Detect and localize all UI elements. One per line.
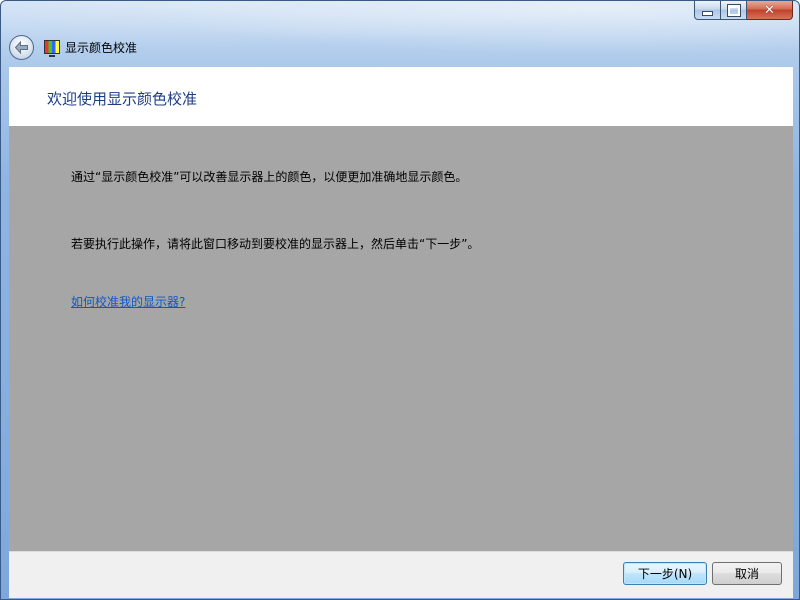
next-button[interactable]: 下一步(N) [623,562,707,585]
maximize-button[interactable] [721,1,747,20]
close-button[interactable]: ✕ [747,1,793,20]
wizard-content: 欢迎使用显示颜色校准 通过“显示颜色校准”可以改善显示器上的颜色，以便更加准确地… [9,67,793,598]
window-title: 显示颜色校准 [65,40,138,55]
wizard-body: 通过“显示颜色校准”可以改善显示器上的颜色，以便更加准确地显示颜色。 若要执行此… [9,126,793,551]
dialog-window: ✕ 显示颜色校准 欢迎使用显示颜色校准 通过“显示颜色校准”可以改善显示器上的颜… [0,0,800,600]
close-icon: ✕ [764,2,775,18]
wizard-header: 欢迎使用显示颜色校准 [9,67,793,126]
back-button[interactable] [9,34,34,60]
cancel-button[interactable]: 取消 [712,562,782,585]
intro-text: 通过“显示颜色校准”可以改善显示器上的颜色，以便更加准确地显示颜色。 [71,170,468,184]
navigation-bar: 显示颜色校准 [9,33,137,61]
instruction-text: 若要执行此操作，请将此窗口移动到要校准的显示器上，然后单击“下一步”。 [71,237,480,251]
wizard-footer: 下一步(N) 取消 [9,551,793,598]
back-arrow-icon [14,40,28,54]
page-title: 欢迎使用显示颜色校准 [47,90,198,108]
minimize-button[interactable] [694,1,721,20]
minimize-icon [702,10,713,16]
calibration-help-link[interactable]: 如何校准我的显示器? [71,293,185,310]
caption-buttons: ✕ [694,1,793,21]
maximize-icon [726,3,741,17]
display-color-icon [44,40,60,57]
